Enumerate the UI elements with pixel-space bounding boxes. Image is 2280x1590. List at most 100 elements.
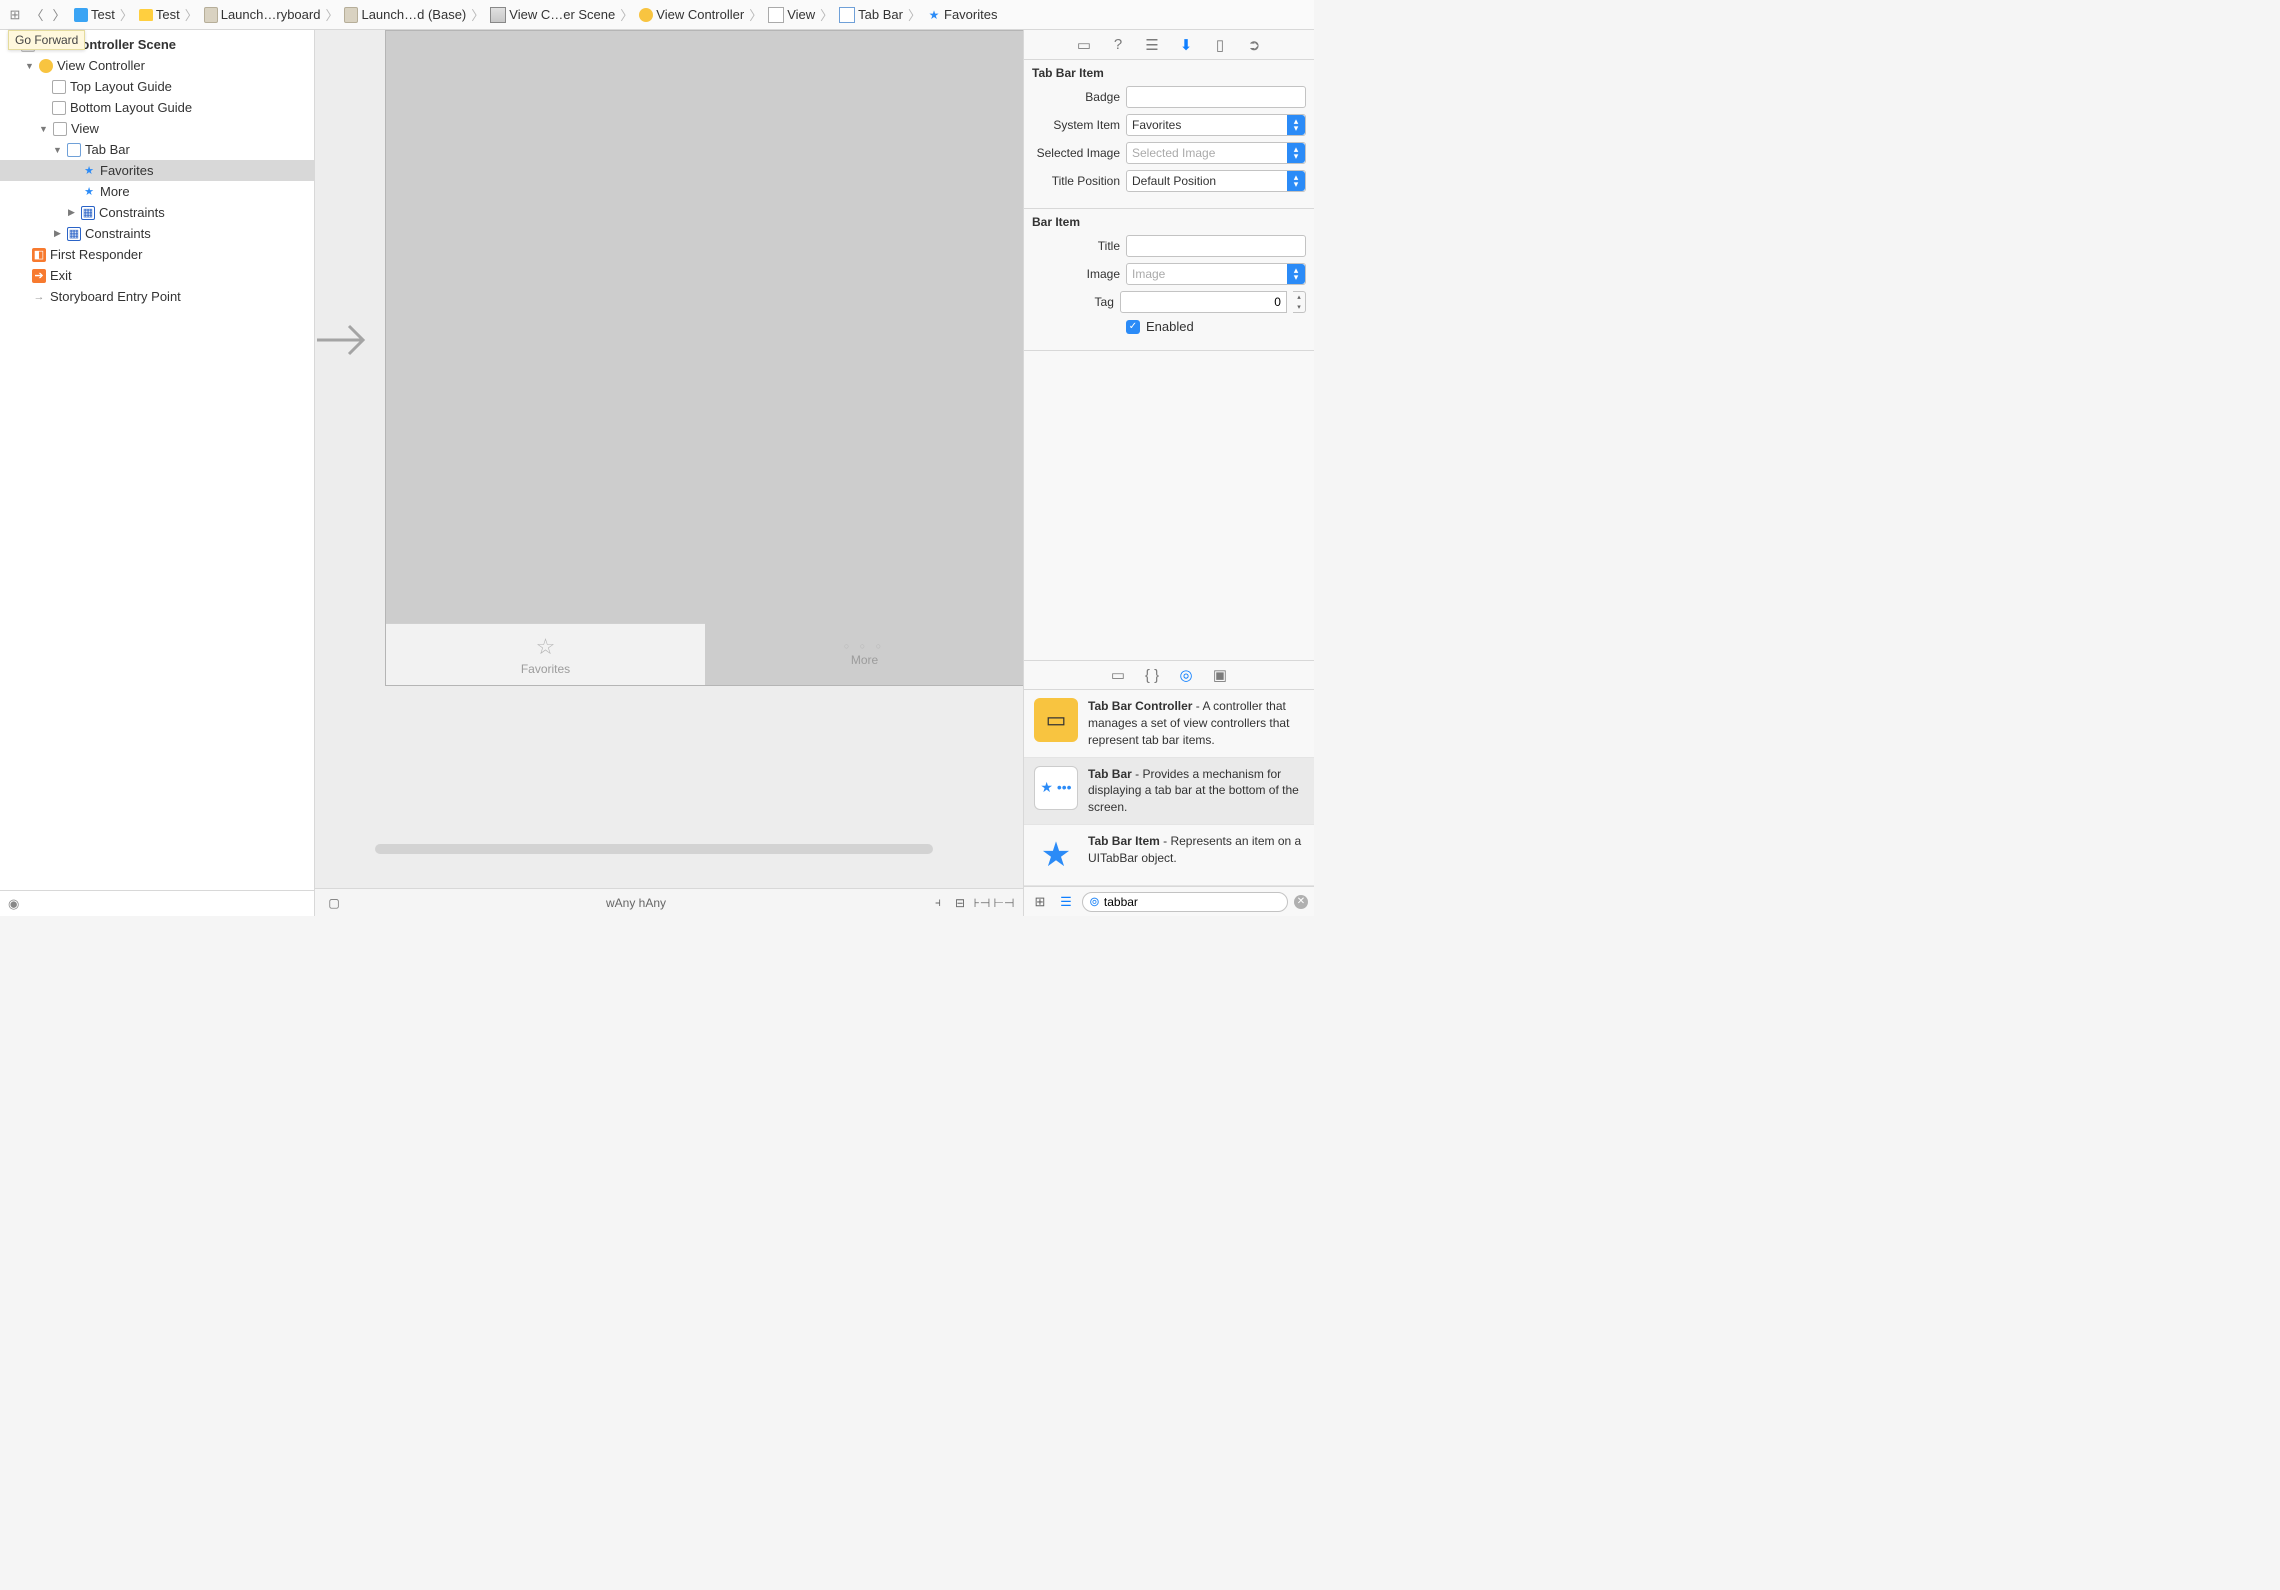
outline-top-layout-guide[interactable]: Top Layout Guide bbox=[0, 76, 314, 97]
media-library-tab-icon[interactable]: ▣ bbox=[1210, 666, 1230, 684]
code-snippet-tab-icon[interactable]: { } bbox=[1142, 667, 1162, 684]
crumb-file1[interactable]: Launch…ryboard〉 bbox=[204, 5, 341, 24]
crumb-file2[interactable]: Launch…d (Base)〉 bbox=[344, 5, 486, 24]
object-library-list: ▭ Tab Bar Controller - A controller that… bbox=[1024, 690, 1314, 886]
bar-item-section: Bar Item Title Image Image ▴▾ Tag ▴▾ bbox=[1024, 209, 1314, 351]
inspector-tabs: ▭ ? ☰ ⬇ ▯ ➲ bbox=[1024, 30, 1314, 60]
outline-viewcontroller[interactable]: View Controller bbox=[0, 55, 314, 76]
library-item-tabbarcontroller[interactable]: ▭ Tab Bar Controller - A controller that… bbox=[1024, 690, 1314, 757]
ib-canvas[interactable]: ☆ Favorites ○ ○ ○ More bbox=[315, 30, 1023, 888]
enabled-checkbox[interactable]: ✓ bbox=[1126, 320, 1140, 334]
crumb-viewcontroller[interactable]: View Controller〉 bbox=[639, 5, 764, 24]
go-forward-tooltip: Go Forward bbox=[8, 30, 85, 50]
help-inspector-icon[interactable]: ? bbox=[1108, 36, 1128, 53]
size-inspector-icon[interactable]: ▯ bbox=[1210, 36, 1230, 54]
outline-bottom-layout-guide[interactable]: Bottom Layout Guide bbox=[0, 97, 314, 118]
title-position-select[interactable]: Default Position ▴▾ bbox=[1126, 170, 1306, 192]
tag-field[interactable] bbox=[1120, 291, 1287, 313]
system-item-select[interactable]: Favorites ▴▾ bbox=[1126, 114, 1306, 136]
breadcrumb-bar: ⊞ 〈 〉 Test〉 Test〉 Launch…ryboard〉 Launch… bbox=[0, 0, 1314, 30]
tabbaritem-icon: ★ bbox=[1034, 833, 1078, 877]
outline-tabbar[interactable]: Tab Bar bbox=[0, 139, 314, 160]
library-tabs: ▭ { } ◎ ▣ bbox=[1024, 660, 1314, 690]
identity-inspector-icon[interactable]: ☰ bbox=[1142, 36, 1162, 54]
guide-icon bbox=[52, 80, 66, 94]
filter-icon[interactable]: ◉ bbox=[8, 896, 19, 912]
tag-label: Tag bbox=[1032, 295, 1114, 309]
image-select[interactable]: Image ▴▾ bbox=[1126, 263, 1306, 285]
tabbar-thumb-icon: ★ ••• bbox=[1034, 766, 1078, 810]
outline-exit[interactable]: ➔Exit bbox=[0, 265, 314, 286]
related-items-icon[interactable]: ⊞ bbox=[6, 7, 24, 23]
library-search[interactable]: ⊚ bbox=[1082, 892, 1288, 912]
file-inspector-icon[interactable]: ▭ bbox=[1074, 36, 1094, 54]
title-position-label: Title Position bbox=[1032, 174, 1120, 188]
tabbar-icon bbox=[67, 143, 81, 157]
crumb-project[interactable]: Test〉 bbox=[74, 5, 135, 24]
attributes-inspector-icon[interactable]: ⬇ bbox=[1176, 36, 1196, 54]
file-template-tab-icon[interactable]: ▭ bbox=[1108, 666, 1128, 684]
crumb-folder[interactable]: Test〉 bbox=[139, 5, 200, 24]
crumb-scene[interactable]: View C…er Scene〉 bbox=[490, 5, 635, 24]
library-list-view-icon[interactable]: ☰ bbox=[1056, 894, 1076, 910]
library-item-tabbaritem[interactable]: ★ Tab Bar Item - Represents an item on a… bbox=[1024, 825, 1314, 886]
align-tool-icon[interactable]: ⫞ bbox=[927, 895, 949, 910]
title-field[interactable] bbox=[1126, 235, 1306, 257]
view-icon bbox=[53, 122, 67, 136]
library-grid-view-icon[interactable]: ⊞ bbox=[1030, 894, 1050, 910]
nav-forward-icon[interactable]: 〉 bbox=[50, 5, 68, 24]
star-outline-icon: ☆ bbox=[536, 634, 556, 660]
entry-point-icon: → bbox=[32, 290, 46, 304]
star-icon: ★ bbox=[82, 185, 96, 199]
object-library-tab-icon[interactable]: ◎ bbox=[1176, 666, 1196, 684]
library-search-input[interactable] bbox=[1104, 895, 1281, 909]
canvas-footer: ▢ wAny hAny ⫞ ⊟ ⊦⊣ ⊢⊣ bbox=[315, 888, 1023, 916]
toggle-outline-button[interactable]: ▢ bbox=[323, 896, 345, 910]
canvas-area: ☆ Favorites ○ ○ ○ More ▢ wAny hAny bbox=[315, 30, 1024, 916]
viewcontroller-canvas[interactable]: ☆ Favorites ○ ○ ○ More bbox=[385, 30, 1023, 686]
outline-more[interactable]: ★More bbox=[0, 181, 314, 202]
tag-stepper[interactable]: ▴▾ bbox=[1293, 291, 1306, 313]
chevron-updown-icon: ▴▾ bbox=[1287, 171, 1305, 191]
first-responder-icon: ◧ bbox=[32, 248, 46, 262]
nav-back-icon[interactable]: 〈 bbox=[28, 5, 46, 24]
step-up-icon: ▴ bbox=[1293, 292, 1305, 302]
outline-constraints-outer[interactable]: ▦Constraints bbox=[0, 223, 314, 244]
constraints-icon: ▦ bbox=[67, 227, 81, 241]
library-footer: ⊞ ☰ ⊚ ✕ bbox=[1024, 886, 1314, 916]
outline-favorites[interactable]: ★Favorites bbox=[0, 160, 314, 181]
resolve-tool-icon[interactable]: ⊦⊣ bbox=[971, 896, 993, 910]
horizontal-scrollbar[interactable] bbox=[375, 844, 933, 854]
clear-search-icon[interactable]: ✕ bbox=[1294, 895, 1308, 909]
chevron-updown-icon: ▴▾ bbox=[1287, 115, 1305, 135]
outline-entry-point[interactable]: →Storyboard Entry Point bbox=[0, 286, 314, 307]
crumb-view[interactable]: View〉 bbox=[768, 5, 835, 24]
outline-view[interactable]: View bbox=[0, 118, 314, 139]
more-dots-icon: ○ ○ ○ bbox=[844, 641, 885, 651]
connections-inspector-icon[interactable]: ➲ bbox=[1244, 36, 1264, 54]
selected-image-label: Selected Image bbox=[1032, 146, 1120, 160]
tab-favorites[interactable]: ☆ Favorites bbox=[386, 623, 705, 685]
crumb-favorites[interactable]: Favorites bbox=[927, 7, 997, 22]
pin-tool-icon[interactable]: ⊟ bbox=[949, 896, 971, 910]
section-title: Bar Item bbox=[1032, 215, 1306, 229]
selected-image-select[interactable]: Selected Image ▴▾ bbox=[1126, 142, 1306, 164]
document-outline: View Controller Scene View Controller To… bbox=[0, 30, 315, 916]
system-item-label: System Item bbox=[1032, 118, 1120, 132]
resize-tool-icon[interactable]: ⊢⊣ bbox=[993, 896, 1015, 910]
tab-more[interactable]: ○ ○ ○ More bbox=[705, 623, 1023, 685]
badge-label: Badge bbox=[1032, 90, 1120, 104]
chevron-updown-icon: ▴▾ bbox=[1287, 143, 1305, 163]
title-label: Title bbox=[1032, 239, 1120, 253]
inspector-panel: ▭ ? ☰ ⬇ ▯ ➲ Tab Bar Item Badge System It… bbox=[1024, 30, 1314, 916]
tab-bar-item-section: Tab Bar Item Badge System Item Favorites… bbox=[1024, 60, 1314, 209]
library-item-tabbar[interactable]: ★ ••• Tab Bar - Provides a mechanism for… bbox=[1024, 758, 1314, 825]
search-icon: ⊚ bbox=[1089, 894, 1100, 910]
section-title: Tab Bar Item bbox=[1032, 66, 1306, 80]
tabbarcontroller-icon: ▭ bbox=[1034, 698, 1078, 742]
crumb-tabbar[interactable]: Tab Bar〉 bbox=[839, 5, 923, 24]
size-class-control[interactable]: wAny hAny bbox=[345, 896, 927, 910]
badge-field[interactable] bbox=[1126, 86, 1306, 108]
outline-first-responder[interactable]: ◧First Responder bbox=[0, 244, 314, 265]
outline-constraints-inner[interactable]: ▦Constraints bbox=[0, 202, 314, 223]
